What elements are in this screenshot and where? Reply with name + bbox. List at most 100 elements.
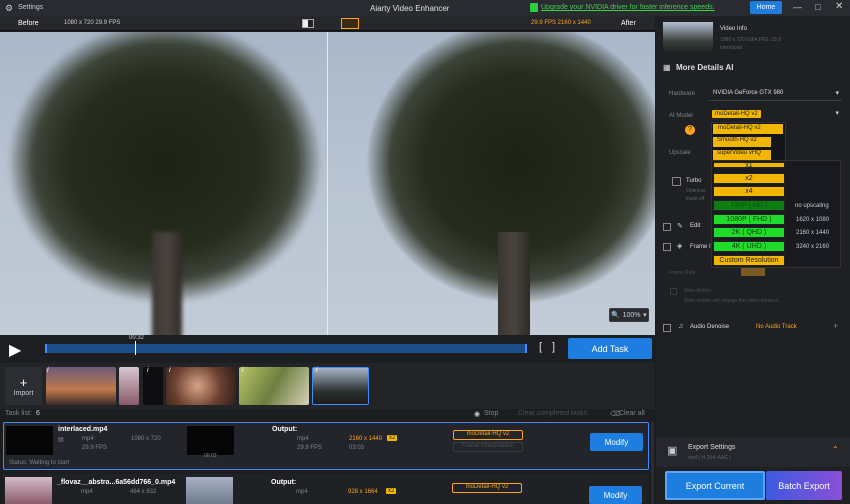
turbo-checkbox[interactable] — [672, 177, 681, 186]
audio-checkbox[interactable] — [663, 324, 671, 332]
task-output-thumbnail — [187, 426, 234, 455]
minimize-icon[interactable]: — — [793, 2, 802, 12]
settings-icon[interactable]: ⚙ — [5, 3, 13, 14]
stop-icon[interactable]: ◉ — [474, 410, 480, 418]
turbo-desc-2: trade-off — [686, 196, 705, 202]
zoom-icon: 🔍 — [611, 312, 621, 319]
output-label: Output: — [271, 479, 297, 486]
zoom-control[interactable]: 🔍 100% ▾ — [609, 308, 649, 322]
chevron-down-icon: ▾ — [643, 312, 647, 319]
export-settings-sub: mp4 | H.264, AAC | — [688, 455, 731, 461]
export-current-button[interactable]: Export Current — [665, 471, 765, 500]
upscale-option-x4[interactable]: x4 — [713, 186, 785, 197]
after-preview[interactable] — [328, 32, 655, 335]
upscale-option-2k[interactable]: 2K ( QHD ) — [713, 227, 785, 238]
model-option-2[interactable]: superVideo vHQ — [713, 150, 771, 160]
thumbnail-5[interactable] — [239, 367, 309, 405]
res-2k: 2160 x 1440 — [796, 230, 830, 236]
upscale-option-1080p[interactable]: 1080P ( FHD ) — [713, 214, 785, 225]
task-thumbnail — [5, 477, 52, 504]
info-icon[interactable]: i — [169, 367, 171, 374]
trim-right-icon[interactable]: ] — [552, 341, 555, 353]
upscale-option-x1[interactable]: x1 — [713, 162, 785, 168]
output-duration: 03:03 — [349, 445, 365, 451]
ai-model-label: AI Model — [669, 113, 693, 119]
output-format: mp4 — [296, 489, 308, 495]
video-info-details: 1080 x 720 h264 FPS: 29.9 — [720, 37, 781, 43]
task-interpolation-tag[interactable]: Frame Interpolation — [453, 442, 523, 452]
hardware-label: Hardware — [669, 91, 696, 97]
import-button[interactable]: + Import — [5, 367, 42, 405]
chevron-down-icon: ▾ — [835, 90, 839, 97]
thumbnail-4[interactable] — [166, 367, 236, 405]
compare-view-icon[interactable] — [341, 18, 359, 29]
thumbnail-6-selected[interactable] — [312, 367, 369, 405]
upscale-option-custom[interactable]: Custom Resolution — [713, 255, 785, 266]
info-icon[interactable]: i — [316, 367, 318, 374]
ai-section-icon: ▦ — [663, 63, 671, 72]
add-icon[interactable]: + — [833, 321, 838, 331]
thumbnail-3[interactable] — [143, 367, 163, 405]
close-icon[interactable]: ✕ — [835, 1, 843, 12]
output-resolution: 2160 x 1440 — [349, 436, 383, 442]
maximize-icon[interactable]: □ — [815, 2, 820, 12]
window-title: Aiarty Video Enhancer — [370, 4, 450, 13]
upscale-option-x2[interactable]: x2 — [713, 173, 785, 184]
stop-button[interactable]: Stop — [484, 410, 498, 417]
audio-icon: ♫ — [678, 323, 684, 330]
frame-checkbox[interactable] — [663, 243, 671, 251]
clear-all-button[interactable]: Clear all — [619, 410, 645, 417]
upscale-option-4k[interactable]: 4K ( UHD ) — [713, 241, 785, 252]
audio-denoise-label: Audio Denoise — [690, 324, 730, 330]
task-time: 00:03 — [204, 453, 217, 459]
model-option-1[interactable]: Smooth-HQ v2 — [713, 137, 771, 147]
trim-left-icon[interactable]: [ — [539, 341, 542, 353]
info-icon[interactable]: i — [47, 367, 49, 374]
play-icon[interactable]: ▶ — [9, 340, 21, 360]
edit-checkbox[interactable] — [663, 223, 671, 231]
title-bar: ⚙ Settings Aiarty Video Enhancer Upgrade… — [0, 0, 850, 16]
video-thumbnail — [663, 22, 713, 54]
upgrade-driver-link[interactable]: Upgrade your NVIDIA driver for faster in… — [541, 4, 715, 11]
add-task-button[interactable]: Add Task — [568, 338, 652, 359]
before-preview[interactable] — [0, 32, 327, 335]
timeline-playhead[interactable] — [135, 341, 136, 355]
export-settings-icon: ▣ — [667, 445, 678, 457]
thumbnail-1[interactable] — [46, 367, 116, 405]
output-label: Output: — [272, 426, 298, 433]
import-label: Import — [13, 390, 34, 397]
split-view-icon[interactable] — [302, 19, 314, 28]
hardware-select[interactable]: NVIDIA GeForce GTX 980 ▾ — [709, 87, 842, 101]
modify-button[interactable]: Modify — [590, 433, 643, 451]
chevron-up-icon[interactable]: ⌃ — [832, 445, 839, 454]
ai-model-select[interactable]: moDetail-HQ v2 ▾ — [709, 109, 842, 121]
modify-button[interactable]: Modify — [589, 486, 642, 504]
timeline-track[interactable] — [45, 344, 527, 353]
file-icon: ▤ — [58, 437, 64, 443]
res-1080p: 1620 x 1080 — [796, 217, 830, 223]
task-list-header: Task list: 6 ◉ Stop Clear completed task… — [0, 409, 655, 420]
home-button[interactable]: Home — [750, 1, 782, 14]
slow-motion-checkbox[interactable] — [670, 288, 677, 295]
task-row[interactable]: interlaced.mp4 ▤ mp4 1080 x 720 29.9 FPS… — [3, 422, 649, 470]
settings-menu[interactable]: Settings — [18, 4, 43, 11]
thumbnail-2[interactable] — [119, 367, 139, 405]
timeline-bar: ▶ 00:32 [ ] Add Task — [0, 335, 655, 363]
task-model-tag[interactable]: moDetail-HQ v2 — [453, 430, 523, 440]
task-model-tag[interactable]: moDetail-HQ v2 — [452, 483, 522, 493]
clear-completed-button[interactable]: Clear completed tasks — [518, 410, 587, 417]
info-icon[interactable]: i — [147, 367, 149, 374]
batch-export-button[interactable]: Batch Export — [766, 471, 842, 500]
turbo-desc-1: Optimize — [686, 188, 706, 194]
task-scrollbar[interactable] — [651, 422, 654, 504]
frame-rate-slider-handle[interactable] — [741, 268, 765, 276]
after-label: After — [621, 20, 636, 27]
task-row[interactable]: _flovaz__abstra...6a56dd766_0.mp4 mp4 46… — [3, 474, 649, 504]
model-option-0[interactable]: moDetail-HQ v2 — [713, 124, 783, 134]
info-icon[interactable]: i — [242, 367, 244, 374]
before-label: Before — [18, 20, 39, 27]
task-list-label: Task list: — [5, 410, 32, 417]
export-settings[interactable]: ▣ Export Settings mp4 | H.264, AAC | ⌃ — [656, 437, 850, 467]
upscale-option-720p[interactable]: 720P ( HD ) — [713, 200, 785, 211]
help-icon[interactable]: ? — [685, 125, 695, 135]
